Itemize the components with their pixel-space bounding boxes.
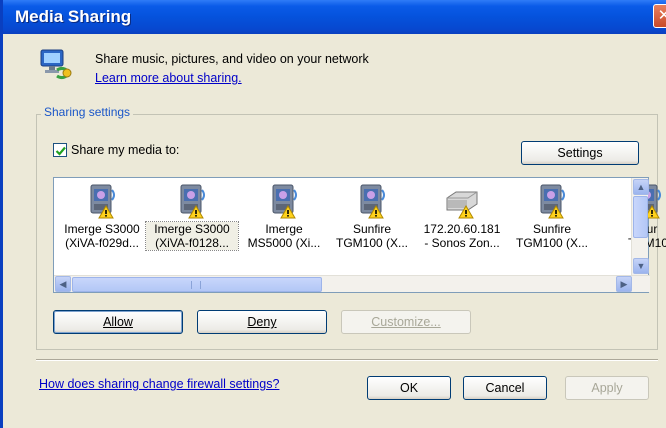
window-title: Media Sharing [15,7,132,26]
device-label-line1: Sunfire [352,222,392,236]
horizontal-scroll-thumb[interactable] [72,277,322,292]
chevron-up-icon: ▲ [636,182,646,192]
close-icon: ✕ [658,7,666,24]
scroll-up-button[interactable]: ▲ [633,179,649,195]
vertical-scroll-thumb[interactable] [633,196,648,238]
scroll-right-button[interactable]: ▶ [616,276,632,292]
device-label: Sunfire TGM100 (X... [326,222,418,250]
close-button[interactable]: ✕ [653,4,666,28]
device-label: Imerge S3000 (XiVA-f029d... [56,222,148,250]
network-device-warning-icon [416,182,508,222]
chevron-left-icon: ◀ [59,279,67,289]
customize-button-label: Customize... [371,315,441,329]
device-label-line1: Imerge S3000 [154,222,230,236]
device-label-line2: TGM100 (X... [515,236,589,250]
apply-button[interactable]: Apply [565,376,649,400]
learn-more-link[interactable]: Learn more about sharing. [95,71,242,85]
device-label-line2: - Sonos Zon... [424,236,500,250]
device-label-line2: (XiVA-f029d... [65,236,139,250]
device-item[interactable]: Imerge S3000 (XiVA-f029d... [56,182,148,270]
firewall-help-link[interactable]: How does sharing change firewall setting… [39,377,279,391]
allow-button-label: Allow [103,315,133,329]
sharing-settings-label: Sharing settings [41,105,134,119]
scroll-left-button[interactable]: ◀ [55,276,71,292]
share-media-checkbox[interactable] [53,143,67,157]
device-item[interactable]: Sunfire TGM100 (X... [326,182,418,270]
deny-button[interactable]: Deny [197,310,327,334]
apply-button-label: Apply [591,381,623,395]
deny-button-label: Deny [247,315,277,329]
media-sharing-window: Media Sharing ✕ Share music, pictures, a… [0,0,666,428]
title-bar[interactable]: Media Sharing ✕ [3,0,666,34]
cancel-button[interactable]: Cancel [463,376,547,400]
device-label-line1: Sunfire [532,222,572,236]
media-device-warning-icon [238,182,330,222]
chevron-down-icon: ▼ [636,261,646,271]
device-item[interactable]: 172.20.60.181- Sonos Zon... [416,182,508,270]
device-label: 172.20.60.181- Sonos Zon... [416,222,508,250]
ok-button-label: OK [399,381,419,395]
device-label-line2: TGM100 (X... [335,236,409,250]
horizontal-scrollbar[interactable]: ◀ ▶ [54,275,650,292]
device-item[interactable]: Imerge MS5000 (Xi... [238,182,330,270]
share-media-label: Share my media to: [71,143,180,157]
media-sharing-icon [40,49,72,80]
device-label: Sunfire TGM100 (X... [506,222,598,250]
device-label-line1: 172.20.60.181 [423,222,501,236]
ok-button[interactable]: OK [367,376,451,400]
footer-divider [36,359,658,361]
device-label-line2: MS5000 (Xi... [247,236,321,250]
customize-button[interactable]: Customize... [341,310,471,334]
device-label: Imerge S3000 (XiVA-f0128... [145,221,239,251]
scroll-thumb-grip [191,281,201,289]
media-device-warning-icon [56,182,148,222]
media-device-warning-icon [326,182,418,222]
cancel-button-label: Cancel [485,381,525,395]
scroll-down-button[interactable]: ▼ [633,258,649,274]
vertical-scrollbar[interactable]: ▲ ▼ [631,178,649,275]
device-item[interactable]: Sunfire TGM100 (X... [506,182,598,270]
allow-button[interactable]: Allow [53,310,183,334]
device-label: Imerge MS5000 (Xi... [238,222,330,250]
chevron-right-icon: ▶ [620,279,628,289]
settings-button-label: Settings [557,146,603,160]
checkmark-icon [55,146,66,156]
header-description: Share music, pictures, and video on your… [95,52,369,66]
media-device-warning-icon [146,182,238,222]
media-device-warning-icon [506,182,598,222]
device-label-line2: (XiVA-f0128... [155,236,229,250]
settings-button[interactable]: Settings [521,141,639,165]
device-item[interactable]: Imerge S3000 (XiVA-f0128... [145,182,239,270]
device-label-line1: Imerge S3000 [64,222,140,236]
device-label-line1: Imerge [265,222,303,236]
device-list[interactable]: Imerge S3000 (XiVA-f029d... Imerge S3000 (X… [53,177,666,293]
